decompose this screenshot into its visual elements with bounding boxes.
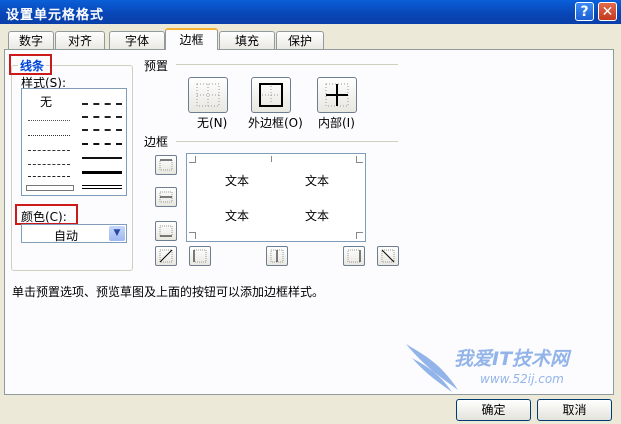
preset-divider bbox=[176, 64, 398, 65]
chevron-down-icon[interactable]: ▼ bbox=[109, 226, 125, 241]
preset-inside-button[interactable] bbox=[317, 77, 357, 113]
border-divider bbox=[176, 141, 398, 142]
preset-none-icon bbox=[196, 83, 220, 107]
watermark-text: 我爱IT技术网 bbox=[454, 348, 570, 370]
preview-tick bbox=[271, 156, 272, 162]
border-bottom-button[interactable] bbox=[155, 221, 177, 241]
border-right-icon bbox=[347, 249, 361, 263]
watermark-url: www.52ij.com bbox=[480, 372, 564, 386]
line-style-option[interactable] bbox=[28, 164, 70, 165]
preset-none-button[interactable] bbox=[188, 77, 228, 113]
line-style-option[interactable] bbox=[82, 171, 122, 174]
ok-button[interactable]: 确定 bbox=[456, 399, 531, 421]
hint-text: 单击预置选项、预览草图及上面的按钮可以添加边框样式。 bbox=[12, 285, 325, 299]
border-bottom-icon bbox=[159, 225, 173, 237]
border-middle-horizontal-button[interactable] bbox=[155, 187, 177, 207]
tab-strip: 数字 对齐 字体 边框 填充 保护 bbox=[0, 24, 621, 50]
watermark: 我爱IT技术网 www.52ij.com bbox=[402, 338, 614, 396]
preset-none-label[interactable]: 无(N) bbox=[197, 114, 227, 131]
preview-tick bbox=[189, 232, 196, 239]
line-style-option[interactable] bbox=[28, 135, 70, 136]
border-title: 边框 bbox=[144, 135, 169, 149]
line-style-option[interactable] bbox=[28, 120, 70, 121]
preview-tick bbox=[356, 232, 363, 239]
line-style-option[interactable] bbox=[82, 129, 122, 131]
window-title: 设置单元格格式 bbox=[6, 8, 105, 23]
border-diagonal-up-icon bbox=[159, 249, 173, 263]
border-right-button[interactable] bbox=[343, 246, 365, 266]
line-style-list[interactable]: 无 bbox=[21, 88, 127, 196]
line-style-option[interactable] bbox=[26, 185, 74, 191]
preview-tick bbox=[356, 156, 363, 163]
border-middle-vertical-button[interactable] bbox=[266, 246, 288, 266]
tab-fill[interactable]: 填充 bbox=[219, 31, 275, 49]
tab-alignment[interactable]: 对齐 bbox=[55, 31, 105, 49]
wing-logo-icon bbox=[406, 344, 458, 392]
preview-text: 文本 bbox=[305, 174, 330, 188]
line-style-option[interactable] bbox=[82, 185, 122, 189]
border-preview[interactable]: 文本 文本 文本 文本 bbox=[186, 153, 366, 242]
border-middle-horizontal-icon bbox=[159, 191, 173, 203]
line-style-option[interactable] bbox=[82, 116, 122, 118]
border-diagonal-up-button[interactable] bbox=[155, 246, 177, 266]
border-diagonal-down-button[interactable] bbox=[377, 246, 399, 266]
border-left-button[interactable] bbox=[189, 246, 211, 266]
preview-text: 文本 bbox=[225, 209, 250, 223]
line-style-option[interactable] bbox=[82, 103, 122, 105]
title-bar: 设置单元格格式 ? ✕ bbox=[0, 0, 621, 24]
line-style-none[interactable]: 无 bbox=[40, 93, 52, 110]
border-top-icon bbox=[159, 159, 173, 171]
tab-number[interactable]: 数字 bbox=[8, 31, 54, 49]
line-style-option[interactable] bbox=[28, 150, 70, 151]
line-style-option[interactable] bbox=[82, 143, 122, 145]
color-value: 自动 bbox=[54, 229, 79, 243]
help-button[interactable]: ? bbox=[575, 2, 594, 21]
tab-protection[interactable]: 保护 bbox=[276, 31, 324, 49]
line-style-option[interactable] bbox=[28, 176, 70, 177]
preview-tick bbox=[189, 156, 196, 163]
preset-outline-icon bbox=[259, 83, 283, 107]
preview-text: 文本 bbox=[305, 209, 330, 223]
highlight-box-color bbox=[15, 204, 78, 225]
border-diagonal-down-icon bbox=[381, 249, 395, 263]
preset-outline-button[interactable] bbox=[251, 77, 291, 113]
close-button[interactable]: ✕ bbox=[598, 2, 617, 21]
preset-inside-label[interactable]: 内部(I) bbox=[318, 114, 355, 131]
color-dropdown[interactable]: 自动 ▼ bbox=[21, 224, 127, 243]
highlight-box-line bbox=[9, 54, 52, 75]
line-style-option[interactable] bbox=[82, 157, 122, 159]
border-left-icon bbox=[193, 249, 207, 263]
cancel-button[interactable]: 取消 bbox=[537, 399, 612, 421]
preview-text: 文本 bbox=[225, 174, 250, 188]
preset-outline-label[interactable]: 外边框(O) bbox=[248, 114, 303, 131]
tab-font[interactable]: 字体 bbox=[109, 31, 165, 49]
tab-border[interactable]: 边框 bbox=[165, 28, 218, 50]
border-top-button[interactable] bbox=[155, 155, 177, 175]
preset-title: 预置 bbox=[144, 59, 169, 73]
preset-inside-icon bbox=[325, 83, 349, 107]
border-middle-vertical-icon bbox=[270, 249, 284, 263]
